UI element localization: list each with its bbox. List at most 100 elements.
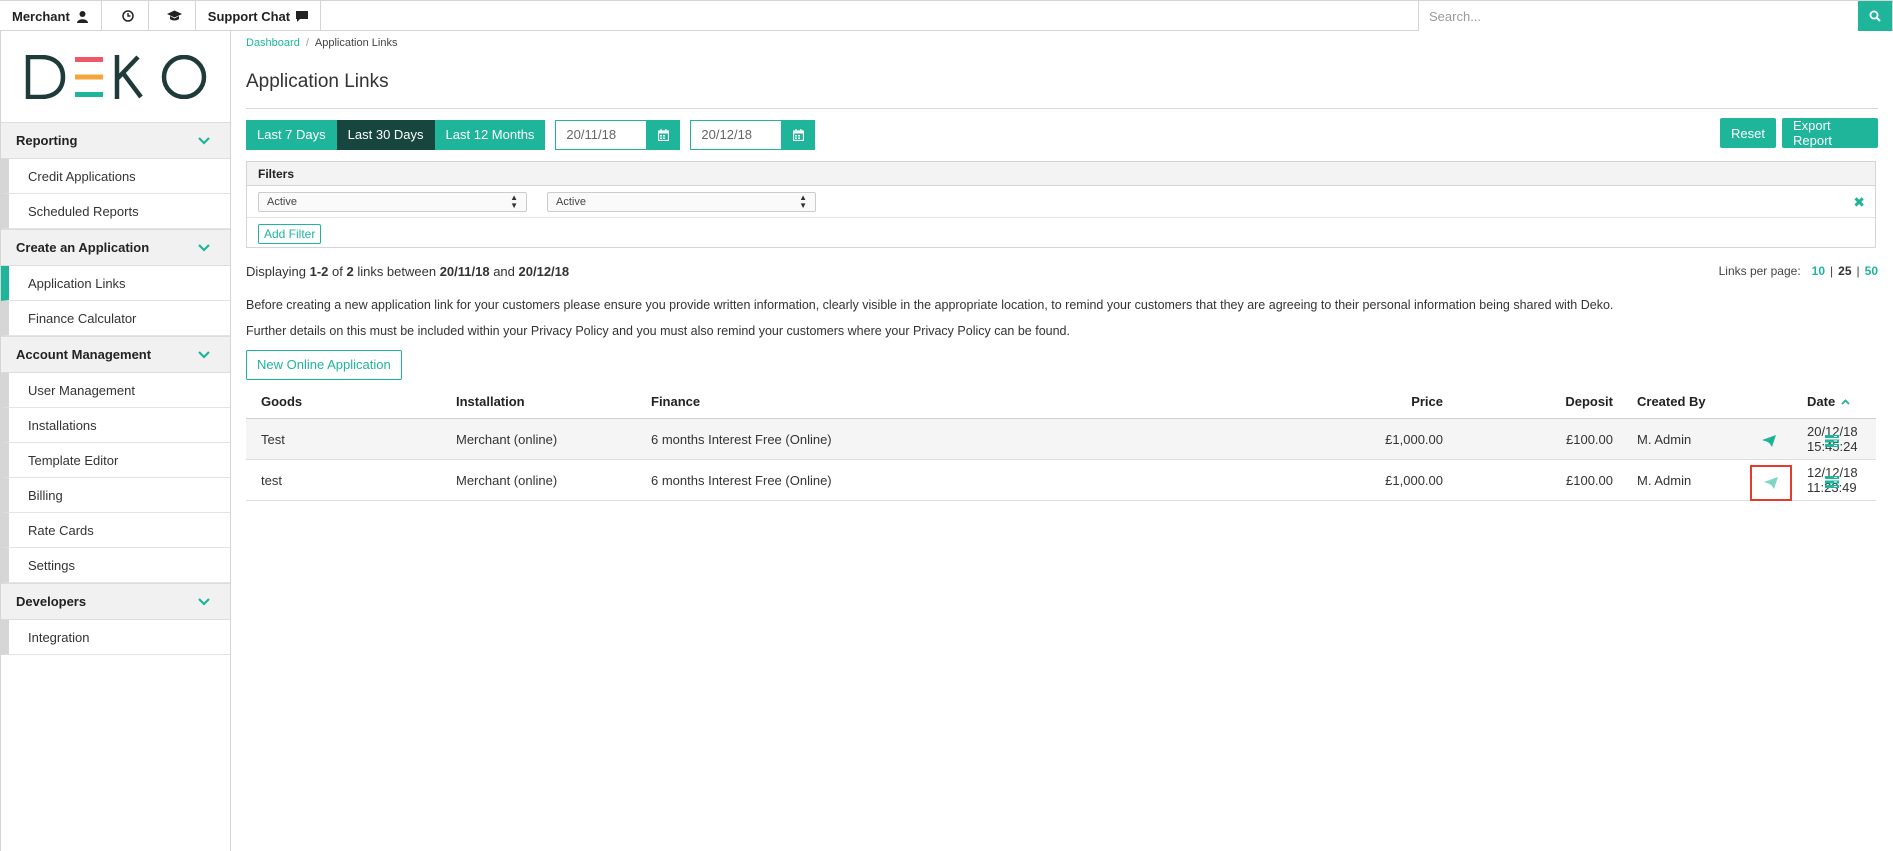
nav-section-label: Account Management bbox=[16, 347, 152, 362]
chevron-down-icon bbox=[198, 597, 210, 606]
row-1-send-button[interactable] bbox=[1752, 428, 1786, 454]
breadcrumb-dashboard-link[interactable]: Dashboard bbox=[246, 37, 300, 49]
last-30-days-button[interactable]: Last 30 Days bbox=[336, 119, 435, 150]
nav-section-label: Reporting bbox=[16, 133, 78, 148]
nav-section-label: Create an Application bbox=[16, 240, 150, 255]
header-date[interactable]: Date bbox=[1807, 385, 1850, 418]
header-price[interactable]: Price bbox=[1146, 385, 1443, 418]
header-goods[interactable]: Goods bbox=[261, 385, 302, 418]
logo-image bbox=[25, 54, 207, 99]
select-arrows-icon: ▲ ▼ bbox=[510, 192, 518, 210]
graduation-cap-icon bbox=[167, 10, 183, 21]
per-page-option-50[interactable]: 50 bbox=[1865, 264, 1878, 278]
cell-created-by: M. Admin bbox=[1637, 431, 1692, 447]
sidebar-item-label: Credit Applications bbox=[28, 168, 136, 184]
calendar-icon bbox=[657, 128, 669, 141]
filter-select-1[interactable]: Active ▲ ▼ bbox=[258, 191, 527, 212]
filter-select-value: Active bbox=[556, 195, 586, 208]
calendar-icon bbox=[792, 128, 804, 141]
nav-section-reporting[interactable]: Reporting bbox=[1, 122, 230, 159]
sidebar-item-rate-cards[interactable]: Rate Cards bbox=[1, 513, 230, 548]
info-text-2: Further details on this must be included… bbox=[246, 324, 1070, 338]
merchant-label: Merchant bbox=[12, 8, 70, 24]
support-chat-button[interactable]: Support Chat bbox=[196, 1, 322, 31]
last-7-days-button[interactable]: Last 7 Days bbox=[246, 119, 337, 150]
filter-select-value: Active bbox=[267, 195, 297, 208]
chevron-down-icon bbox=[198, 350, 210, 359]
sidebar-item-application-links[interactable]: Application Links bbox=[1, 266, 230, 301]
paper-plane-icon bbox=[1764, 477, 1778, 489]
sidebar-item-label: Installations bbox=[28, 417, 97, 433]
cell-deposit: £100.00 bbox=[1566, 431, 1613, 447]
sidebar-item-integration[interactable]: Integration bbox=[1, 620, 230, 655]
deko-logo[interactable] bbox=[1, 31, 230, 122]
row-2-send-button[interactable] bbox=[1750, 465, 1792, 501]
nav-section-create-application[interactable]: Create an Application bbox=[1, 229, 230, 266]
date-to-input[interactable] bbox=[690, 119, 782, 150]
header-created-by[interactable]: Created By bbox=[1637, 385, 1706, 418]
per-page-option-10[interactable]: 10 bbox=[1812, 264, 1825, 278]
breadcrumb-separator: / bbox=[305, 37, 309, 49]
header-installation[interactable]: Installation bbox=[456, 385, 525, 418]
row-1-details-button[interactable] bbox=[1817, 428, 1847, 454]
display-and: and bbox=[489, 263, 519, 279]
sidebar-item-label: Settings bbox=[28, 557, 75, 573]
sidebar-item-billing[interactable]: Billing bbox=[1, 478, 230, 513]
list-details-icon bbox=[1825, 435, 1839, 447]
reset-button[interactable]: Reset bbox=[1720, 118, 1776, 148]
filters-heading: Filters bbox=[247, 162, 1875, 186]
display-summary: Displaying 1-2 of 2 links between 20/11/… bbox=[246, 261, 1878, 281]
sidebar-item-installations[interactable]: Installations bbox=[1, 408, 230, 443]
sidebar-item-label: User Management bbox=[28, 382, 135, 398]
last-12-months-button[interactable]: Last 12 Months bbox=[434, 119, 546, 150]
date-from-calendar-button[interactable] bbox=[646, 119, 681, 150]
cell-created-by: M. Admin bbox=[1637, 472, 1692, 488]
new-online-application-button[interactable]: New Online Application bbox=[246, 350, 402, 380]
sidebar-item-label: Scheduled Reports bbox=[28, 203, 139, 219]
cell-installation: Merchant (online) bbox=[456, 431, 558, 447]
date-from-input[interactable] bbox=[555, 119, 647, 150]
display-of: of bbox=[328, 263, 347, 279]
search-button[interactable] bbox=[1858, 1, 1892, 31]
nav-section-developers[interactable]: Developers bbox=[1, 583, 230, 620]
sidebar-item-label: Finance Calculator bbox=[28, 310, 137, 326]
chat-icon bbox=[296, 10, 309, 22]
application-links-table: Goods Installation Finance Price Deposit… bbox=[246, 385, 1876, 501]
nav-section-account-management[interactable]: Account Management bbox=[1, 336, 230, 373]
cell-deposit: £100.00 bbox=[1566, 472, 1613, 488]
remove-filter-close-icon[interactable]: ✖ bbox=[1853, 194, 1865, 211]
clock-icon bbox=[122, 10, 134, 22]
sidebar-item-template-editor[interactable]: Template Editor bbox=[1, 443, 230, 478]
report-controls: Last 7 Days Last 30 Days Last 12 Months … bbox=[246, 118, 1878, 151]
user-icon bbox=[76, 10, 88, 23]
add-filter-button[interactable]: Add Filter bbox=[258, 224, 322, 244]
sidebar-item-scheduled-reports[interactable]: Scheduled Reports bbox=[1, 194, 230, 229]
main-content: Dashboard / Application Links Applicatio… bbox=[246, 31, 1878, 501]
chevron-down-icon bbox=[198, 136, 210, 145]
sidebar-item-settings[interactable]: Settings bbox=[1, 548, 230, 583]
merchant-menu[interactable]: Merchant bbox=[0, 1, 102, 31]
sidebar-item-label: Billing bbox=[28, 487, 63, 503]
export-report-button[interactable]: Export Report bbox=[1782, 118, 1878, 148]
header-finance[interactable]: Finance bbox=[651, 385, 700, 418]
sidebar-item-label: Rate Cards bbox=[28, 522, 94, 538]
info-text-1: Before creating a new application link f… bbox=[246, 298, 1614, 312]
select-arrows-icon: ▲ ▼ bbox=[799, 192, 807, 210]
links-per-page: Links per page: 10 | 25 | 50 bbox=[1718, 264, 1878, 278]
cell-finance: 6 months Interest Free (Online) bbox=[651, 472, 832, 488]
sidebar-item-finance-calculator[interactable]: Finance Calculator bbox=[1, 301, 230, 336]
search-icon bbox=[1869, 10, 1881, 22]
header-deposit[interactable]: Deposit bbox=[1466, 385, 1613, 418]
display-total: 2 bbox=[346, 263, 354, 279]
sidebar-item-user-management[interactable]: User Management bbox=[1, 373, 230, 408]
sidebar-item-credit-applications[interactable]: Credit Applications bbox=[1, 159, 230, 194]
search-bar bbox=[1418, 1, 1892, 31]
search-input[interactable] bbox=[1418, 1, 1858, 31]
date-to-calendar-button[interactable] bbox=[781, 119, 816, 150]
row-2-details-button[interactable] bbox=[1817, 469, 1847, 495]
history-button[interactable] bbox=[102, 1, 149, 31]
filter-select-2[interactable]: Active ▲ ▼ bbox=[547, 191, 816, 212]
per-page-option-25[interactable]: 25 bbox=[1838, 264, 1851, 278]
nav-section-label: Developers bbox=[16, 594, 87, 609]
training-button[interactable] bbox=[149, 1, 196, 31]
